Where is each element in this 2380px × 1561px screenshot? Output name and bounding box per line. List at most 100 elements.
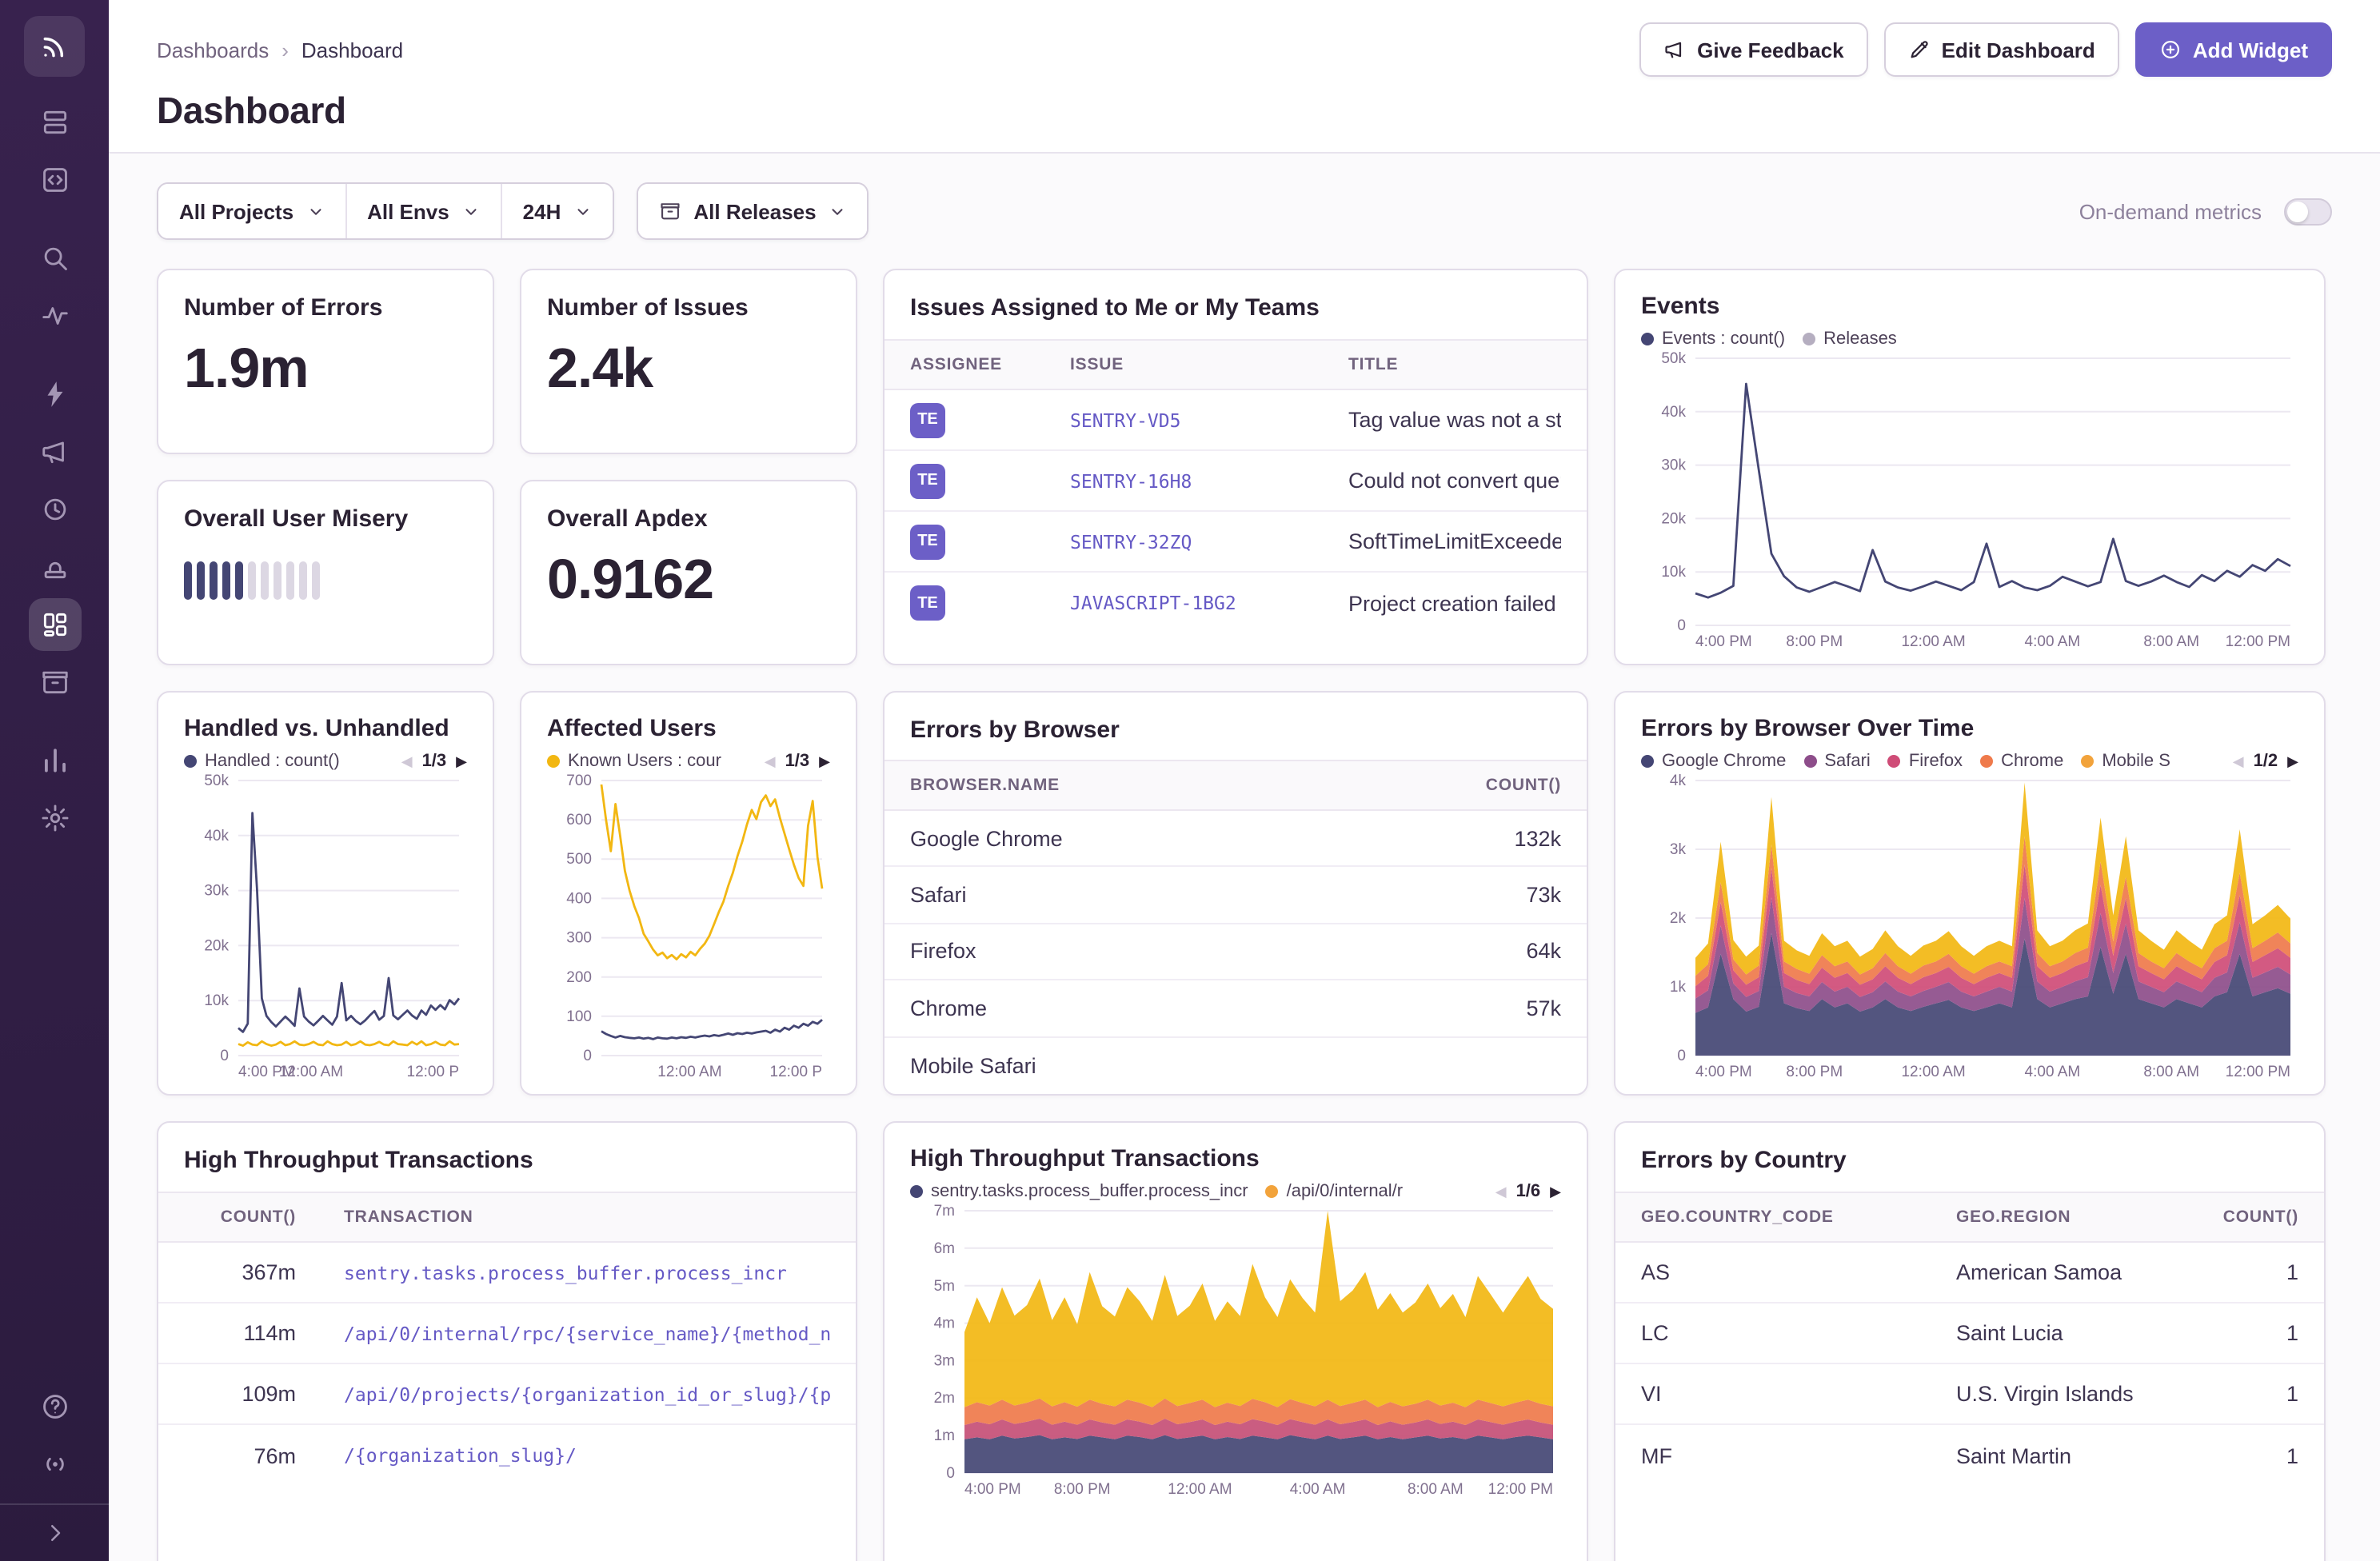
widget-number-of-issues[interactable]: Number of Issues 2.4k	[520, 269, 857, 454]
table-row: TE JAVASCRIPT-1BG2 Project creation fail…	[885, 573, 1587, 633]
sentry-logo[interactable]	[24, 16, 85, 77]
edit-dashboard-label: Edit Dashboard	[1942, 38, 2095, 62]
prev-page-arrow[interactable]: ◀	[2233, 754, 2244, 769]
toggle-knob	[2287, 201, 2308, 222]
issue-title: SoftTimeLimitExceeded	[1348, 529, 1561, 553]
transaction-link[interactable]: /api/0/internal/rpc/{service_name}/{meth…	[344, 1322, 830, 1344]
breadcrumb-dashboards[interactable]: Dashboards	[157, 38, 269, 62]
widget-title: High Throughput Transactions	[158, 1123, 856, 1192]
add-widget-button[interactable]: Add Widget	[2135, 22, 2332, 77]
svg-text:8:00 AM: 8:00 AM	[2143, 633, 2199, 650]
date-range-filter-label: 24H	[523, 199, 561, 223]
legend-item[interactable]: Firefox	[1888, 752, 1963, 771]
legend-item[interactable]: Releases	[1803, 329, 1897, 349]
sidebar-item-help[interactable]	[28, 1380, 81, 1433]
sidebar-item-feedback[interactable]	[28, 425, 81, 478]
sidebar-item-whats-new[interactable]	[28, 1438, 81, 1491]
legend-dot	[547, 755, 560, 768]
legend-item[interactable]: /api/0/internal/r	[1266, 1182, 1404, 1201]
search-icon	[39, 243, 70, 273]
assignee-avatar[interactable]: TE	[910, 524, 945, 559]
widget-title: Overall User Misery	[184, 505, 467, 533]
errors-by-browser-over-time-chart[interactable]: 01k2k3k4k4:00 PM8:00 PM12:00 AM4:00 AM8:…	[1641, 771, 2298, 1081]
svg-text:2m: 2m	[934, 1390, 955, 1407]
next-page-arrow[interactable]: ▶	[1550, 1184, 1561, 1199]
misery-segment	[248, 561, 256, 600]
column-header: GEO.REGION	[1956, 1208, 2199, 1227]
sidebar-item-projects[interactable]	[28, 154, 81, 206]
issue-link[interactable]: SENTRY-32ZQ	[1070, 530, 1329, 553]
issue-link[interactable]: JAVASCRIPT-1BG2	[1070, 592, 1329, 614]
environment-filter[interactable]: All Envs	[345, 184, 501, 238]
sidebar-item-traces[interactable]	[28, 289, 81, 342]
svg-text:4k: 4k	[1670, 773, 1687, 789]
svg-text:12:00 PM: 12:00 PM	[2226, 1064, 2290, 1080]
project-filter[interactable]: All Projects	[158, 184, 345, 238]
pulse-icon	[39, 301, 70, 331]
sidebar-collapse[interactable]	[0, 1503, 109, 1561]
high-throughput-chart[interactable]: 01m2m3m4m5m6m7m4:00 PM8:00 PM12:00 AM4:0…	[910, 1201, 1561, 1499]
handled-vs-unhandled-chart[interactable]: 010k20k30k40k50k4:00 PM12:00 AM12:00 P	[184, 771, 467, 1081]
legend-item[interactable]: sentry.tasks.process_buffer.process_incr	[910, 1182, 1248, 1201]
sidebar-item-alerts[interactable]	[28, 368, 81, 421]
prev-page-arrow[interactable]: ◀	[1495, 1184, 1507, 1199]
widget-overall-user-misery[interactable]: Overall User Misery	[157, 480, 494, 665]
transaction-link[interactable]: /api/0/projects/{organization_id_or_slug…	[344, 1383, 830, 1405]
table-row: LC Saint Lucia 1	[1615, 1303, 2324, 1364]
sidebar-item-replays[interactable]	[28, 483, 81, 536]
legend-item[interactable]: Safari	[1803, 752, 1871, 771]
sidebar-item-stats[interactable]	[28, 734, 81, 787]
legend-item[interactable]: Events : count()	[1641, 329, 1785, 349]
sidebar-nav	[28, 96, 81, 844]
svg-text:2k: 2k	[1670, 910, 1687, 927]
table-header: COUNT() TRANSACTION	[158, 1192, 856, 1243]
edit-dashboard-button[interactable]: Edit Dashboard	[1884, 22, 2119, 77]
widget-number-of-errors[interactable]: Number of Errors 1.9m	[157, 269, 494, 454]
events-chart[interactable]: 010k20k30k40k50k4:00 PM8:00 PM12:00 AM4:…	[1641, 349, 2298, 651]
sidebar-item-explore[interactable]	[28, 232, 81, 285]
affected-users-chart[interactable]: 010020030040050060070012:00 AM12:00 P	[547, 771, 830, 1081]
sidebar-item-issues[interactable]	[28, 96, 81, 149]
svg-text:500: 500	[566, 851, 592, 868]
transaction-link[interactable]: /{organization_slug}/	[344, 1444, 830, 1467]
sidebar-item-settings[interactable]	[28, 792, 81, 844]
table-row: MF Saint Martin 1	[1615, 1425, 2324, 1486]
next-page-arrow[interactable]: ▶	[819, 754, 830, 769]
legend-item[interactable]: Known Users : cour	[547, 752, 721, 771]
sidebar-item-crons[interactable]	[28, 541, 81, 593]
date-range-filter[interactable]: 24H	[501, 184, 613, 238]
prev-page-arrow[interactable]: ◀	[401, 754, 413, 769]
svg-text:600: 600	[566, 812, 592, 828]
help-icon	[39, 1391, 70, 1422]
on-demand-metrics-toggle[interactable]	[2284, 198, 2332, 225]
svg-text:0: 0	[583, 1048, 592, 1064]
release-filter-group: All Releases	[636, 182, 869, 240]
issue-link[interactable]: SENTRY-VD5	[1070, 409, 1329, 431]
legend-item[interactable]: Handled : count()	[184, 752, 340, 771]
legend-item[interactable]: Google Chrome	[1641, 752, 1786, 771]
sidebar-item-dashboards[interactable]	[28, 598, 81, 651]
svg-text:0: 0	[1677, 1048, 1686, 1064]
issues-icon	[39, 107, 70, 138]
legend-item[interactable]: Mobile S	[2081, 752, 2170, 771]
next-page-arrow[interactable]: ▶	[456, 754, 467, 769]
transaction-link[interactable]: sentry.tasks.process_buffer.process_incr	[344, 1261, 830, 1284]
assignee-avatar[interactable]: TE	[910, 402, 945, 437]
next-page-arrow[interactable]: ▶	[2287, 754, 2298, 769]
assignee-avatar[interactable]: TE	[910, 463, 945, 498]
give-feedback-button[interactable]: Give Feedback	[1639, 22, 1868, 77]
country-count: 1	[2218, 1443, 2298, 1467]
svg-text:4:00 AM: 4:00 AM	[2025, 633, 2081, 650]
releases-icon	[658, 200, 681, 222]
country-region: Saint Lucia	[1956, 1321, 2199, 1345]
prev-page-arrow[interactable]: ◀	[765, 754, 776, 769]
issue-link[interactable]: SENTRY-16H8	[1070, 469, 1329, 492]
page-count: 1/2	[2254, 752, 2278, 771]
lightning-icon	[39, 379, 70, 409]
legend-item[interactable]: Chrome	[1980, 752, 2063, 771]
release-filter[interactable]: All Releases	[637, 184, 867, 238]
widget-overall-apdex[interactable]: Overall Apdex 0.9162	[520, 480, 857, 665]
sidebar-item-releases[interactable]	[28, 656, 81, 709]
legend-dot	[910, 1185, 923, 1198]
assignee-avatar[interactable]: TE	[910, 585, 945, 621]
